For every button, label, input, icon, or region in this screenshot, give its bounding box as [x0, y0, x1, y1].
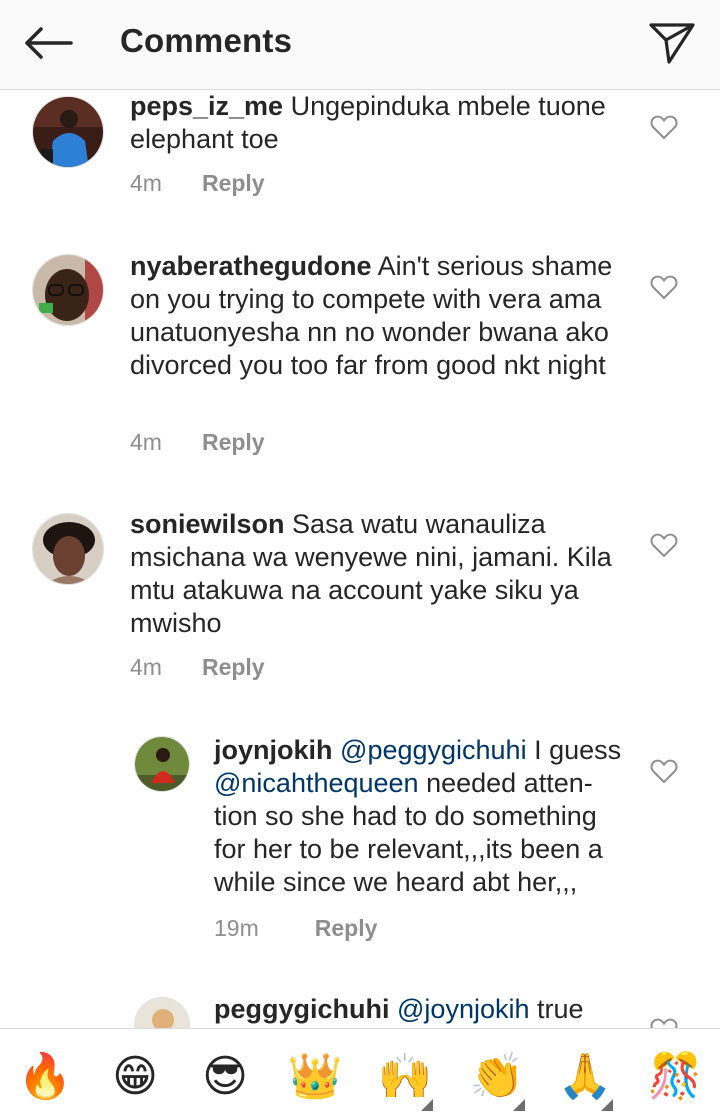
folded-hands-emoji-button[interactable]: 🙏	[555, 1049, 615, 1111]
comment-time: 4m	[130, 654, 162, 680]
comment-text: peps_iz_me Ungepinduka mbele tuone eleph…	[130, 90, 630, 156]
mention-link[interactable]: @peggygichuhi	[340, 735, 527, 765]
skin-tone-indicator-icon	[421, 1099, 433, 1111]
comments-list[interactable]: peps_iz_me Ungepinduka mbele tuone eleph…	[0, 90, 720, 1028]
reply-button[interactable]: Reply	[202, 654, 265, 681]
comment-text: peggygichuhi @joynjokih true	[214, 993, 634, 1026]
comment-username[interactable]: peggygichuhi	[214, 994, 390, 1024]
crown-emoji-button[interactable]: 👑	[285, 1049, 345, 1105]
page-title: Comments	[120, 22, 293, 59]
comment-text: soniewilson Sasa watu wanauliza msichana…	[130, 508, 630, 640]
comment-username[interactable]: peps_iz_me	[130, 91, 283, 121]
avatar[interactable]	[32, 96, 104, 168]
raising-hands-emoji-button[interactable]: 🙌	[375, 1049, 435, 1111]
comment-username[interactable]: nyaberathegudone	[130, 251, 372, 281]
comment-message: I guess	[526, 735, 622, 765]
skin-tone-indicator-icon	[513, 1099, 525, 1111]
arrow-left-icon	[25, 27, 73, 59]
share-button[interactable]	[644, 18, 700, 68]
comment-username[interactable]: joynjokih	[214, 735, 333, 765]
clapping-hands-emoji-glyph: 👏	[469, 1052, 525, 1101]
comment-meta: 4m Reply	[130, 170, 265, 197]
heart-icon[interactable]	[650, 1017, 678, 1028]
reply-button[interactable]: Reply	[202, 429, 265, 456]
top-bar: Comments	[0, 0, 720, 90]
back-button[interactable]	[18, 18, 78, 68]
comment-meta: 4m Reply	[130, 654, 265, 681]
avatar[interactable]	[32, 254, 104, 326]
comment-meta: 19m Reply	[214, 915, 377, 942]
mention-link[interactable]: @nicahthequeen	[214, 768, 419, 798]
clapping-hands-emoji-button[interactable]: 👏	[467, 1049, 527, 1111]
reply-button[interactable]: Reply	[202, 170, 265, 197]
heart-icon[interactable]	[650, 758, 678, 784]
heart-icon[interactable]	[650, 114, 678, 140]
comment-message: true	[529, 994, 584, 1024]
comment-time: 19m	[214, 915, 259, 941]
avatar[interactable]	[134, 997, 190, 1028]
comment-time: 4m	[130, 170, 162, 196]
emoji-quick-bar: 🔥 😁 😎 👑 🙌 👏 🙏 🎊	[0, 1028, 720, 1120]
heart-icon[interactable]	[650, 532, 678, 558]
grinning-emoji-button[interactable]: 😁	[105, 1049, 165, 1105]
comment-meta: 4m Reply	[130, 429, 265, 456]
comment-text: joynjokih @peggygichuhi I guess @nicahth…	[214, 734, 634, 899]
raising-hands-emoji-glyph: 🙌	[377, 1052, 433, 1101]
comment-username[interactable]: soniewilson	[130, 509, 285, 539]
reply-button[interactable]: Reply	[315, 915, 378, 942]
avatar[interactable]	[32, 513, 104, 585]
heart-icon[interactable]	[650, 274, 678, 300]
fire-emoji-button[interactable]: 🔥	[15, 1049, 75, 1105]
skin-tone-indicator-icon	[601, 1099, 613, 1111]
comment-time: 4m	[130, 429, 162, 455]
paper-plane-icon	[649, 23, 695, 64]
comment-text: nyaberathegudone Ain't serious shame on …	[130, 250, 630, 382]
confetti-emoji-button[interactable]: 🎊	[645, 1049, 705, 1105]
avatar[interactable]	[134, 736, 190, 792]
mention-link[interactable]: @joynjokih	[397, 994, 529, 1024]
folded-hands-emoji-glyph: 🙏	[557, 1052, 613, 1101]
sunglasses-emoji-button[interactable]: 😎	[195, 1049, 255, 1105]
